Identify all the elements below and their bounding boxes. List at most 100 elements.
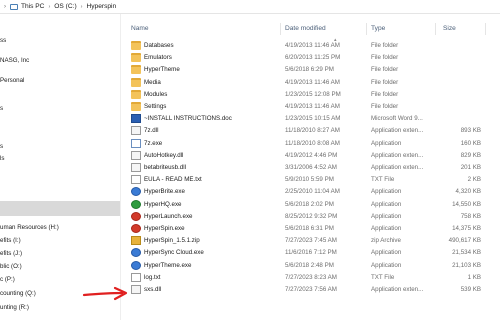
arrow-shaft (82, 291, 124, 297)
file-row[interactable]: HyperSpin.exe 5/6/2018 6:31 PM Application… (125, 223, 500, 234)
file-type: Application exten... (371, 286, 424, 293)
column-divider[interactable] (366, 23, 367, 35)
file-name: 7z.exe (144, 139, 163, 147)
folder-icon (131, 102, 141, 111)
column-header-size[interactable]: Size (443, 25, 456, 32)
file-row[interactable]: betabriteusb.dll 3/31/2006 4:52 AM Applica… (125, 162, 500, 173)
column-divider[interactable] (485, 23, 486, 35)
column-header-type[interactable]: Type (371, 25, 385, 32)
file-name: 7z.dll (144, 127, 159, 135)
nav-item[interactable]: s (0, 104, 3, 114)
nav-item[interactable]: c (P:) (0, 275, 15, 285)
nav-item[interactable]: Personal (0, 76, 24, 86)
file-row[interactable]: HyperSync Cloud.exe 11/6/2016 7:12 PM Appl… (125, 247, 500, 258)
file-name: HyperSpin.exe (144, 225, 185, 232)
nav-item[interactable]: ss (0, 36, 6, 46)
file-row[interactable]: HyperHQ.exe 5/6/2018 2:02 PM Application 14… (125, 199, 500, 210)
word-document-icon (131, 114, 141, 124)
file-name: Modules (144, 90, 168, 98)
file-type: Application (371, 200, 402, 208)
file-size: 160 KB (460, 139, 481, 147)
file-type: TXT File (371, 176, 395, 184)
column-header-date[interactable]: Date modified (285, 25, 326, 32)
breadcrumb-this-pc[interactable]: This PC (21, 3, 44, 10)
file-row[interactable]: Modules 1/23/2015 12:08 PM File folder (125, 89, 500, 100)
file-date-modified: 11/6/2016 7:12 PM (285, 249, 337, 257)
column-header-name[interactable]: Name (131, 25, 149, 32)
column-divider[interactable] (435, 23, 436, 35)
nav-item[interactable]: s (0, 142, 3, 152)
file-date-modified: 5/6/2018 6:31 PM (285, 225, 334, 232)
chevron-right-icon[interactable]: › (48, 4, 50, 10)
file-row[interactable]: Emulators 6/20/2013 11:25 PM File folder (125, 52, 500, 63)
file-row[interactable]: HyperTheme 5/6/2018 6:29 PM File folder (125, 64, 500, 75)
folder-icon (131, 77, 141, 87)
file-date-modified: 11/18/2010 8:27 AM (285, 127, 340, 135)
file-row[interactable]: HyperLaunch.exe 8/25/2012 9:32 PM Applicat… (125, 211, 500, 222)
file-name: Settings (144, 103, 167, 110)
nav-item[interactable]: uman Resources (H:) (0, 223, 59, 233)
file-name: HyperBrite.exe (144, 188, 185, 196)
file-row[interactable]: HyperSpin_1.5.1.zip 7/27/2023 7:45 AM zip … (125, 235, 500, 246)
file-date-modified: 4/19/2012 4:46 PM (285, 151, 338, 159)
nav-item[interactable]: efits (J:) (0, 249, 22, 259)
file-date-modified: 4/19/2013 11:46 AM (285, 78, 340, 86)
file-type: File folder (371, 90, 399, 98)
column-divider[interactable] (280, 23, 281, 35)
file-row[interactable]: sxs.dll 7/27/2023 7:56 AM Application exte… (125, 284, 500, 295)
file-date-modified: 4/19/2013 11:46 AM (285, 42, 340, 49)
folder-icon (131, 53, 141, 63)
text-file-icon (131, 272, 141, 282)
chevron-right-icon[interactable]: › (4, 4, 6, 10)
file-name: ~INSTALL INSTRUCTIONS.doc (144, 115, 232, 123)
file-row[interactable]: 7z.dll 11/18/2010 8:27 AM Application exte… (125, 125, 500, 136)
file-name: HyperTheme.exe (144, 261, 192, 269)
annotation-arrow (82, 286, 128, 301)
folder-icon (131, 89, 141, 99)
breadcrumb-hyperspin[interactable]: Hyperspin (87, 3, 117, 10)
file-date-modified: 5/6/2018 6:29 PM (285, 66, 334, 74)
column-header: Name ▴ Date modified Type Size (125, 21, 500, 43)
nav-item[interactable]: unting (R:) (0, 303, 29, 313)
this-pc-icon (10, 3, 18, 10)
text-file-icon (131, 175, 141, 185)
breadcrumb-os-c[interactable]: OS (C:) (54, 3, 76, 10)
file-name: HyperTheme (144, 66, 180, 74)
file-type: File folder (371, 78, 399, 86)
file-row[interactable]: ~INSTALL INSTRUCTIONS.doc 1/23/2015 10:15… (125, 113, 500, 124)
file-row[interactable]: HyperTheme.exe 5/6/2018 2:48 PM Applicatio… (125, 260, 500, 271)
nav-item[interactable]: NASG, Inc (0, 56, 29, 66)
file-row[interactable]: EULA - READ ME.txt 5/9/2010 5:59 PM TXT Fi… (125, 174, 500, 185)
nav-item[interactable]: blic (O:) (0, 262, 22, 272)
file-row[interactable]: Databases 4/19/2013 11:46 AM File folder (125, 40, 500, 51)
file-type: File folder (371, 66, 399, 74)
nav-item[interactable]: ls (0, 154, 4, 164)
file-row[interactable]: Settings 4/19/2013 11:46 AM File folder (125, 101, 500, 112)
chevron-right-icon[interactable]: › (81, 4, 83, 10)
file-name: HyperHQ.exe (144, 200, 182, 208)
dll-icon (131, 150, 141, 160)
file-date-modified: 6/20/2013 11:25 PM (285, 54, 341, 62)
pane-divider[interactable] (120, 14, 121, 320)
app-icon (131, 260, 141, 270)
nav-item[interactable]: efits (I:) (0, 236, 21, 246)
file-date-modified: 3/31/2006 4:52 AM (285, 164, 337, 171)
folder-icon (131, 41, 141, 50)
file-size: 829 KB (460, 151, 481, 159)
dll-icon (131, 163, 141, 172)
file-type: Application (371, 139, 402, 147)
file-size: 21,534 KB (452, 249, 481, 257)
nav-selected-item[interactable] (0, 201, 120, 216)
file-row[interactable]: Media 4/19/2013 11:46 AM File folder (125, 77, 500, 88)
file-type: Microsoft Word 9... (371, 115, 423, 123)
file-type: Application (371, 212, 402, 220)
file-row[interactable]: 7z.exe 11/18/2010 8:08 AM Application 160 K… (125, 138, 500, 149)
file-name: Databases (144, 42, 174, 49)
file-row[interactable]: HyperBrite.exe 2/25/2010 11:04 AM Applicat… (125, 186, 500, 197)
app-icon (131, 187, 141, 197)
nav-item[interactable]: counting (Q:) (0, 289, 36, 299)
file-row[interactable]: log.txt 7/27/2023 8:23 AM TXT File 1 KB (125, 272, 500, 283)
file-row[interactable]: AutoHotkey.dll 4/19/2012 4:46 PM Applicati… (125, 150, 500, 161)
address-bar[interactable]: › This PC › OS (C:) › Hyperspin (0, 0, 500, 14)
file-type: Application (371, 261, 402, 269)
